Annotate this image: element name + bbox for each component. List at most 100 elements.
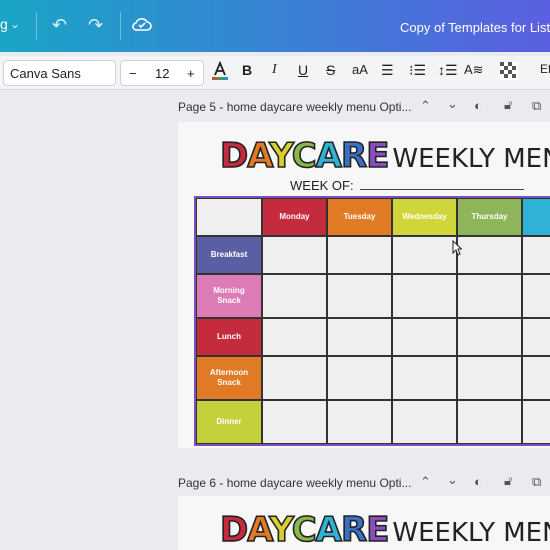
menu-cell[interactable] <box>457 236 522 274</box>
chevron-down-icon[interactable]: ⌄ <box>10 18 20 30</box>
menu-cell[interactable] <box>457 400 522 444</box>
menu-cell[interactable] <box>262 356 327 400</box>
title-letter: R <box>340 135 368 177</box>
font-size-stepper[interactable]: − 12 + <box>120 60 204 86</box>
menu-cell[interactable] <box>522 400 550 444</box>
title-letter: A <box>315 509 343 550</box>
week-of-label: WEEK OF: <box>290 178 354 193</box>
menu-cell[interactable] <box>327 274 392 318</box>
text-toolbar: Canva Sans − 12 + B I U S aA ☰ ⁝☰ ↕☰ A≋ … <box>0 56 550 90</box>
font-size-value[interactable]: 12 <box>155 66 169 81</box>
week-of-line <box>359 189 524 190</box>
mouse-cursor-icon <box>452 240 462 256</box>
title-letter: C <box>291 509 318 550</box>
cloud-saved-icon[interactable] <box>132 15 152 36</box>
menu-cell[interactable] <box>327 236 392 274</box>
strikethrough-button[interactable]: S <box>326 63 335 77</box>
effects-button[interactable]: Ef <box>540 63 550 75</box>
align-center-icon[interactable]: ☰ <box>381 63 394 77</box>
redo-icon[interactable]: ↷ <box>88 16 103 34</box>
hide-icon[interactable]: ◐ <box>474 98 482 113</box>
font-family-select[interactable]: Canva Sans <box>3 60 116 86</box>
menu-cell[interactable] <box>457 318 522 356</box>
title-subtext: WEEKLY MENU <box>392 518 550 548</box>
bold-button[interactable]: B <box>242 63 252 77</box>
title-letter: A <box>246 135 271 177</box>
menu-cell[interactable] <box>522 356 550 400</box>
day-header: Wednesday <box>392 198 457 236</box>
page-5-title[interactable]: Page 5 - home daycare weekly menu Opti..… <box>178 100 411 114</box>
chevron-down-icon[interactable]: ⌄ <box>447 472 458 488</box>
menu-cell[interactable] <box>262 274 327 318</box>
menu-cell[interactable] <box>327 356 392 400</box>
day-header: Tuesday <box>327 198 392 236</box>
decrease-font-button[interactable]: − <box>129 66 137 81</box>
menu-cell[interactable] <box>392 236 457 274</box>
title-subtext: WEEKLY MENU <box>392 144 550 174</box>
title-letter: A <box>315 135 343 177</box>
bullet-list-icon[interactable]: ⁝☰ <box>409 63 426 77</box>
page-6-canvas[interactable]: DAYCAREWEEKLY MENU <box>178 496 550 550</box>
menu-cell[interactable] <box>392 318 457 356</box>
menu-cell[interactable] <box>522 274 550 318</box>
duplicate-icon[interactable]: ⧉ <box>532 474 541 490</box>
week-of-field: WEEK OF: <box>290 178 524 193</box>
menu-cell[interactable] <box>392 400 457 444</box>
underline-button[interactable]: U <box>298 63 308 77</box>
text-effects-icon[interactable]: A≋ <box>464 63 484 76</box>
letter-case-button[interactable]: aA <box>352 63 368 76</box>
title-letter: E <box>365 135 390 177</box>
increase-font-button[interactable]: + <box>187 66 195 81</box>
menu-cell[interactable] <box>392 274 457 318</box>
meal-label: Afternoon Snack <box>196 356 262 400</box>
menu-cell[interactable] <box>262 236 327 274</box>
lock-icon[interactable]: 🔓︎ <box>504 97 512 113</box>
title-letter: E <box>365 509 390 550</box>
menu-title: DAYCAREWEEKLY MENU <box>219 135 550 177</box>
italic-button[interactable]: I <box>272 63 277 77</box>
hide-icon[interactable]: ◐ <box>474 474 482 489</box>
menu-cell[interactable] <box>327 318 392 356</box>
menu-label[interactable]: g <box>0 17 8 31</box>
menu-title-partial: DAYCAREWEEKLY MENU <box>219 509 550 550</box>
menu-cell[interactable] <box>457 356 522 400</box>
chevron-up-icon[interactable]: ⌃ <box>420 98 431 114</box>
separator <box>36 12 37 40</box>
title-letter: Y <box>268 509 293 550</box>
line-spacing-icon[interactable]: ↕☰ <box>438 63 458 77</box>
page-6-title[interactable]: Page 6 - home daycare weekly menu Opti..… <box>178 476 411 490</box>
menu-cell[interactable] <box>457 274 522 318</box>
meal-label: Morning Snack <box>196 274 262 318</box>
transparency-icon[interactable] <box>500 62 518 82</box>
undo-icon[interactable]: ↶ <box>52 16 67 34</box>
meal-label: Breakfast <box>196 236 262 274</box>
chevron-down-icon[interactable]: ⌄ <box>447 96 458 112</box>
lock-icon[interactable]: 🔓︎ <box>504 473 512 489</box>
corner-cell <box>196 198 262 236</box>
menu-cell[interactable] <box>262 318 327 356</box>
duplicate-icon[interactable]: ⧉ <box>532 98 541 114</box>
day-header: Monday <box>262 198 327 236</box>
day-header: Thursday <box>457 198 522 236</box>
menu-cell[interactable] <box>262 400 327 444</box>
menu-cell[interactable] <box>522 236 550 274</box>
menu-cell[interactable] <box>392 356 457 400</box>
title-letter: C <box>291 135 318 177</box>
meal-label: Lunch <box>196 318 262 356</box>
chevron-up-icon[interactable]: ⌃ <box>420 474 431 490</box>
menu-cell[interactable] <box>327 400 392 444</box>
menu-cell[interactable] <box>522 318 550 356</box>
title-letter: D <box>219 509 249 550</box>
title-letter: R <box>340 509 368 550</box>
separator <box>120 12 121 40</box>
title-letter: Y <box>268 135 293 177</box>
menu-grid: Monday Tuesday Wednesday Thursday Fr Bre… <box>194 196 550 446</box>
title-letter: A <box>246 509 271 550</box>
text-color-icon[interactable] <box>211 60 229 83</box>
meal-label: Dinner <box>196 400 262 444</box>
top-bar: g ⌄ ↶ ↷ Copy of Templates for Listin <box>0 0 550 52</box>
title-letter: D <box>219 135 249 177</box>
page-5-canvas[interactable]: DAYCAREWEEKLY MENU WEEK OF: Monday Tuesd… <box>178 122 550 448</box>
day-header: Fr <box>522 198 550 236</box>
document-title[interactable]: Copy of Templates for Listin <box>400 20 550 35</box>
